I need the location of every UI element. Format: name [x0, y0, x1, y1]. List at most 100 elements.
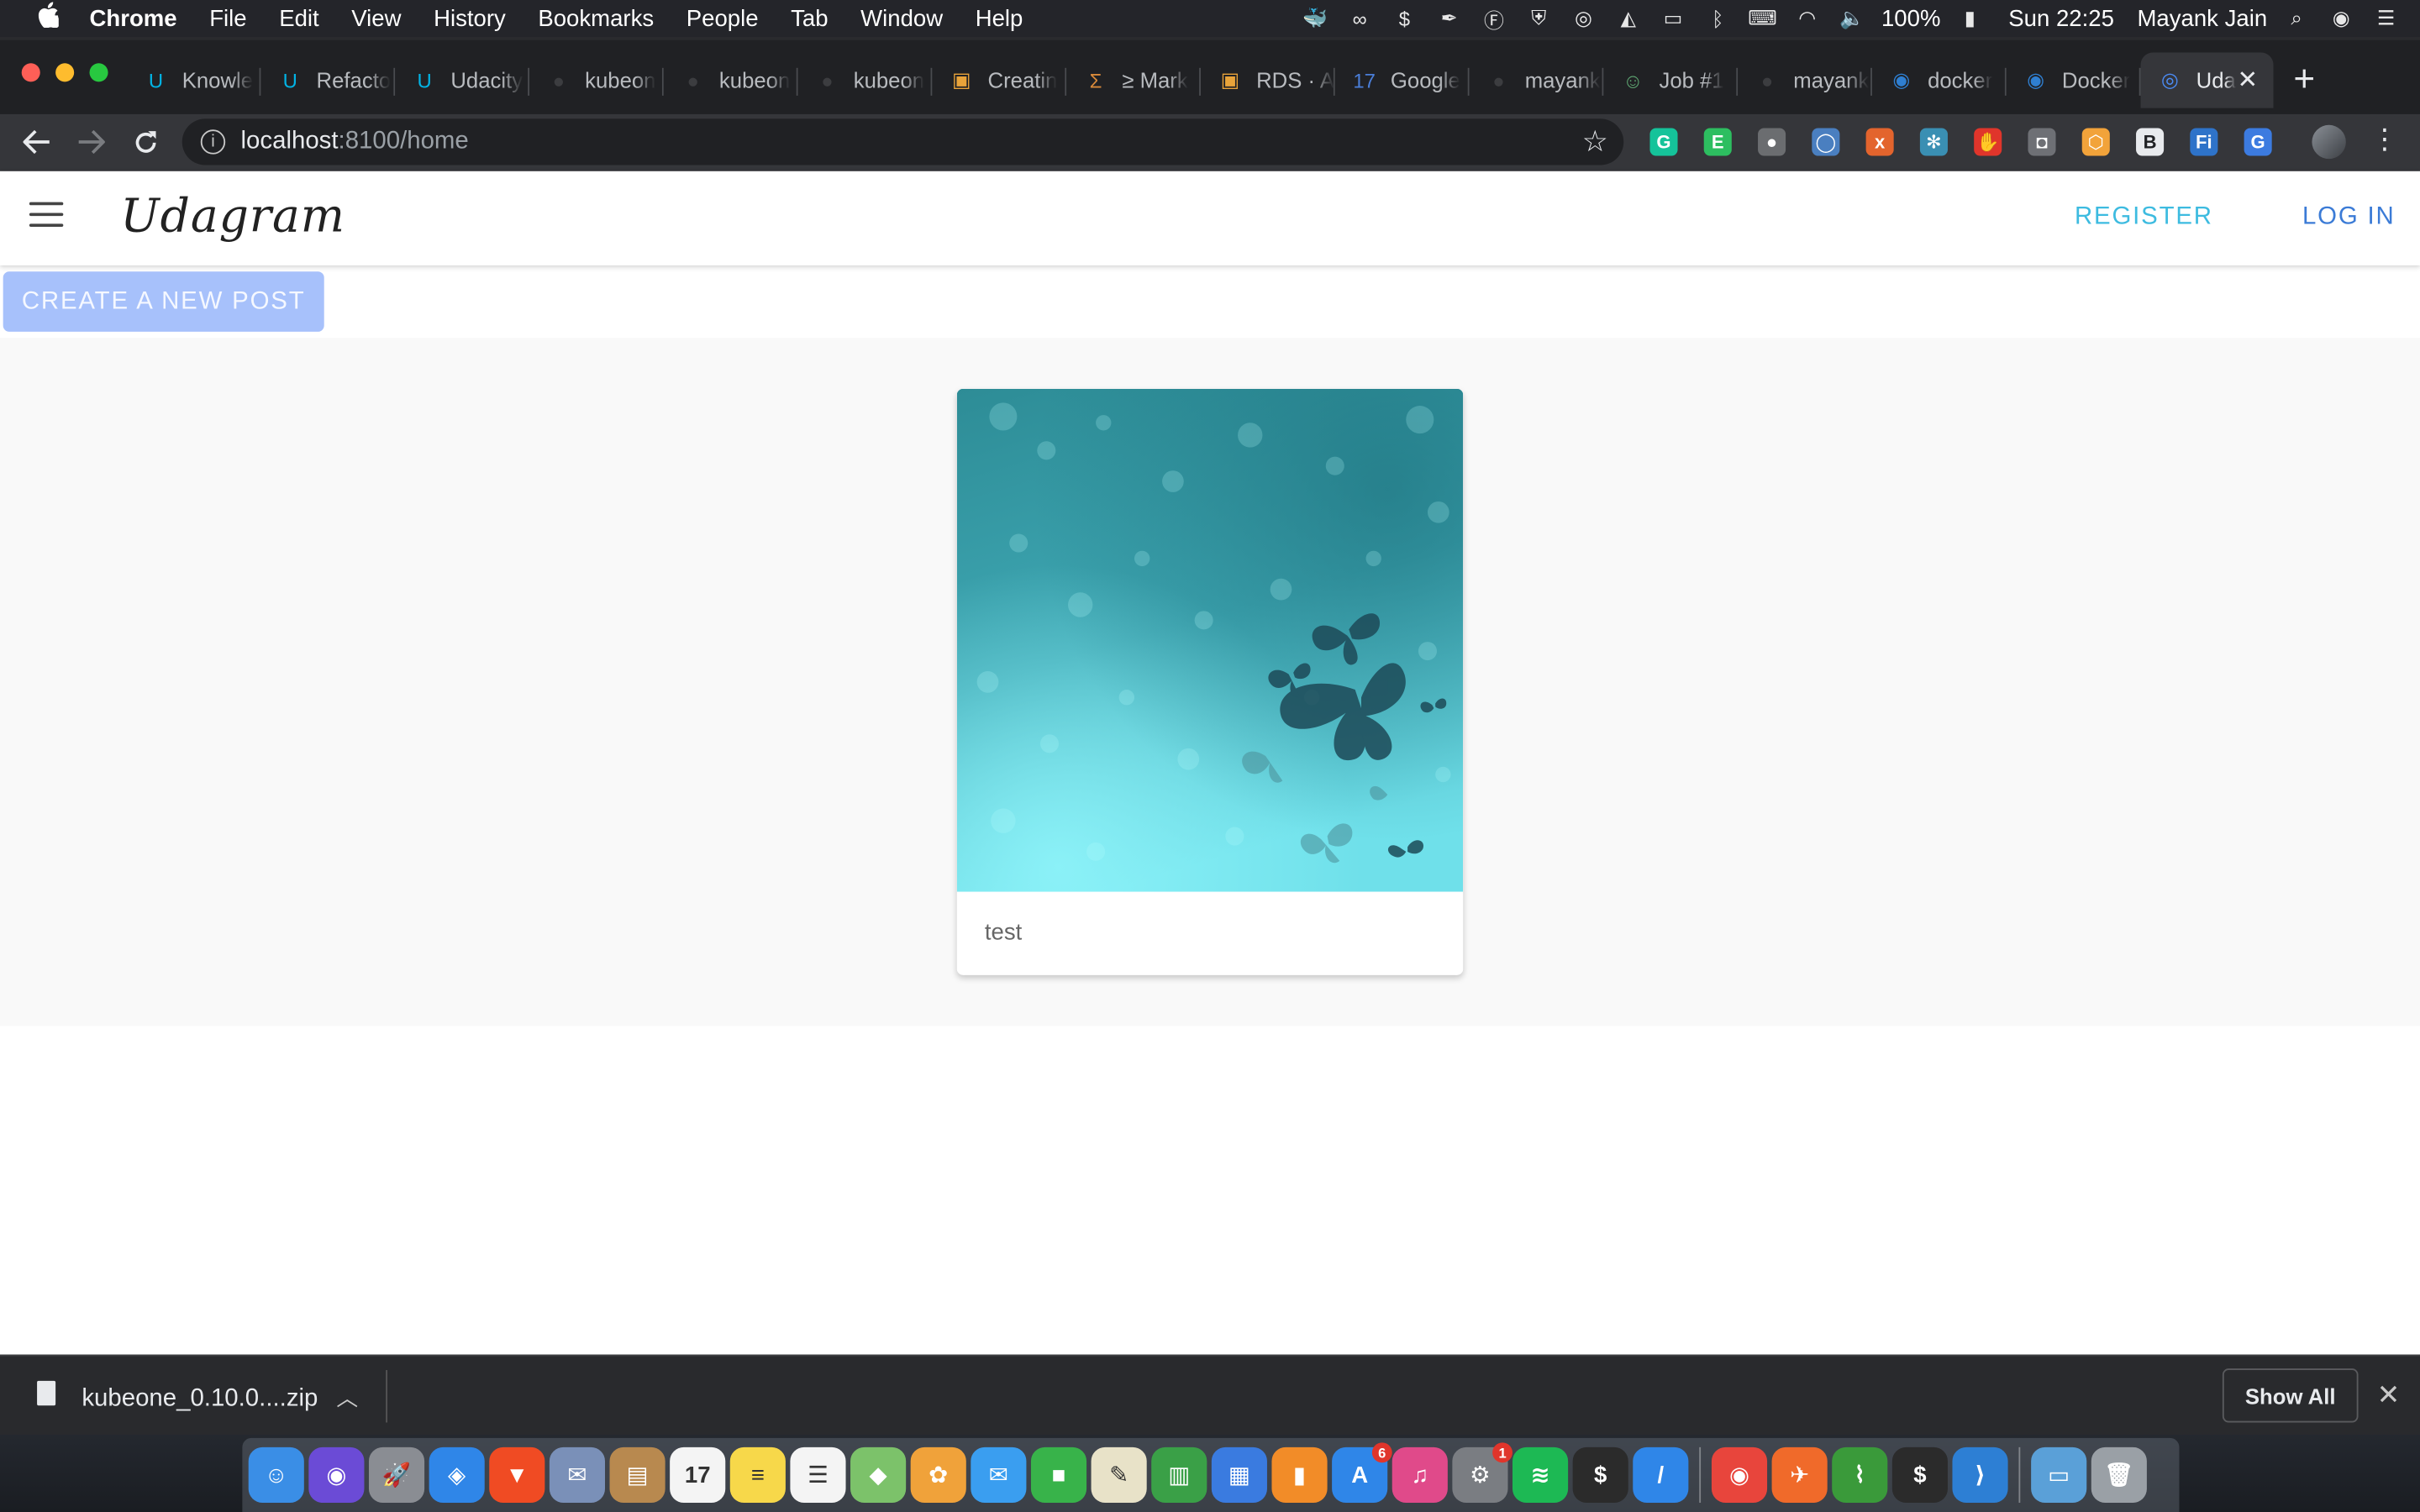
finder-icon[interactable]: ☺ [248, 1446, 304, 1503]
pen-icon[interactable]: ✒ [1434, 6, 1465, 30]
b-ext-icon[interactable]: B [2132, 123, 2169, 160]
keynote-icon[interactable]: ▦ [1211, 1446, 1267, 1503]
calendar-icon[interactable]: 17 [670, 1446, 726, 1503]
reminders-icon[interactable]: ☰ [790, 1446, 846, 1503]
login-button[interactable]: LOG IN [2302, 203, 2396, 231]
menu-history[interactable]: History [434, 5, 506, 31]
mail-bird-icon[interactable]: ✉ [549, 1446, 605, 1503]
app-store-icon[interactable]: A6 [1332, 1442, 1392, 1503]
user-name[interactable]: Mayank Jain [2137, 5, 2267, 31]
battery-icon[interactable]: ▮ [1954, 6, 1986, 30]
menu-edit[interactable]: Edit [279, 5, 318, 31]
menu-icon[interactable] [29, 202, 64, 230]
menu-tab[interactable]: Tab [791, 5, 828, 31]
circle-ext-icon[interactable]: ◯ [1807, 123, 1844, 160]
downloads-folder-icon[interactable]: ▭ [2031, 1446, 2087, 1503]
post-card[interactable]: test [956, 388, 1464, 975]
notification-center-icon[interactable]: ☰ [2370, 6, 2402, 30]
chevron-up-icon[interactable]: ︿ [336, 1383, 358, 1414]
create-post-button[interactable]: CREATE A NEW POST [3, 271, 324, 332]
messages-icon[interactable]: ✉ [971, 1446, 1027, 1503]
fullscreen-window-button[interactable] [89, 63, 108, 82]
volume-icon[interactable]: 🔈 [1837, 6, 1868, 30]
close-window-button[interactable] [21, 63, 40, 82]
menu-help[interactable]: Help [976, 5, 1023, 31]
menu-view[interactable]: View [351, 5, 401, 31]
spotify-icon[interactable]: ≋ [1512, 1446, 1569, 1503]
tab[interactable]: ◉ docker [1872, 52, 2007, 108]
minimize-window-button[interactable] [55, 63, 75, 82]
notes-icon[interactable]: ≡ [729, 1446, 786, 1503]
terminal-2-icon[interactable]: $ [1891, 1446, 1948, 1503]
back-button[interactable] [18, 123, 55, 160]
clock[interactable]: Sun 22:25 [2008, 5, 2114, 31]
trash-icon[interactable]: 🗑 [2091, 1446, 2147, 1503]
safari-icon[interactable]: ◈ [429, 1446, 485, 1503]
tool-icon[interactable]: ⌇ [1832, 1446, 1888, 1503]
tab[interactable]: ▣ RDS · A [1201, 52, 1335, 108]
tab[interactable]: ◉ Docker [2007, 52, 2141, 108]
tab[interactable]: ● kubeon [664, 52, 798, 108]
vscode-icon[interactable]: ⟩ [1952, 1446, 2008, 1503]
creative-cloud-icon[interactable]: ∞ [1344, 6, 1376, 30]
tab[interactable]: 17 Google [1335, 52, 1470, 108]
menu-chrome[interactable]: Chrome [90, 5, 177, 31]
postman-icon[interactable]: ✈ [1771, 1446, 1828, 1503]
forward-button[interactable] [72, 123, 109, 160]
tab[interactable]: ● kubeon [529, 52, 664, 108]
itunes-icon[interactable]: ♫ [1392, 1446, 1448, 1503]
brave-icon[interactable]: ▼ [489, 1446, 545, 1503]
reload-button[interactable] [127, 123, 164, 160]
hex-ext-icon[interactable]: ⬡ [2077, 123, 2114, 160]
tab-active[interactable]: ◎ Uda ✕ [2140, 52, 2274, 108]
tab[interactable]: ☺ Job #1 [1603, 52, 1739, 108]
close-tab-icon[interactable]: ✕ [2238, 65, 2259, 96]
launchpad-icon[interactable]: 🚀 [368, 1446, 425, 1503]
tab[interactable]: U Refacto [260, 52, 396, 108]
siri-icon[interactable]: ◉ [308, 1446, 365, 1503]
download-file-name[interactable]: kubeone_0.10.0....zip [82, 1385, 318, 1413]
tab[interactable]: ▣ Creatin [932, 52, 1067, 108]
facetime-icon[interactable]: ■ [1030, 1446, 1087, 1503]
keyboard-icon[interactable]: ⌨ [1747, 6, 1778, 30]
menu-people[interactable]: People [687, 5, 759, 31]
menu-window[interactable]: Window [860, 5, 943, 31]
shield-icon[interactable]: ⛨ [1523, 6, 1555, 30]
bookmark-star-icon[interactable]: ☆ [1582, 125, 1608, 160]
tab[interactable]: ● kubeon [798, 52, 933, 108]
react-icon[interactable]: ✻ [1915, 123, 1952, 160]
show-all-downloads-button[interactable]: Show All [2222, 1368, 2359, 1423]
apple-menu-icon[interactable] [31, 2, 65, 35]
site-info-icon[interactable]: i [200, 129, 226, 155]
close-shelf-icon[interactable]: ✕ [2377, 1379, 2401, 1412]
siri-tray-icon[interactable]: ◉ [2326, 6, 2357, 30]
wifi-icon[interactable]: ◠ [1791, 6, 1823, 30]
camera-icon[interactable]: ◘ [2023, 123, 2060, 160]
bulb-icon[interactable]: ● [1754, 123, 1791, 160]
chrome-icon[interactable]: ◉ [1711, 1446, 1768, 1503]
drive-icon[interactable]: ◭ [1612, 6, 1644, 30]
battery-percent[interactable]: 100% [1881, 5, 1940, 31]
terminal-icon[interactable]: $ [1572, 1446, 1628, 1503]
address-bar[interactable]: i localhost:8100/home ☆ [182, 118, 1624, 165]
books-icon[interactable]: ▮ [1271, 1446, 1328, 1503]
fi-ext-icon[interactable]: Fi [2186, 123, 2223, 160]
contacts-icon[interactable]: ▤ [609, 1446, 666, 1503]
xml-icon[interactable]: x [1861, 123, 1898, 160]
airplay-icon[interactable]: ▭ [1658, 6, 1689, 30]
spotlight-icon[interactable]: ⌕ [2281, 6, 2312, 30]
chrome-menu-icon[interactable]: ⋮ [2370, 123, 2398, 156]
profile-avatar[interactable] [2312, 124, 2346, 160]
instruments-icon[interactable]: / [1633, 1446, 1689, 1503]
menu-file[interactable]: File [209, 5, 246, 31]
new-tab-button[interactable]: + [2293, 61, 2315, 98]
register-button[interactable]: REGISTER [2075, 203, 2213, 231]
search-circle-icon[interactable]: ◎ [1568, 6, 1599, 30]
docker-tray-icon[interactable]: 🐳 [1300, 6, 1331, 30]
translate-icon[interactable]: G [2239, 123, 2276, 160]
tab[interactable]: U Knowle [127, 52, 261, 108]
dollar-icon[interactable]: $ [1389, 6, 1420, 30]
evernote-icon[interactable]: E [1699, 123, 1736, 160]
photos-icon[interactable]: ✿ [910, 1446, 966, 1503]
tab[interactable]: U Udacity [395, 52, 529, 108]
